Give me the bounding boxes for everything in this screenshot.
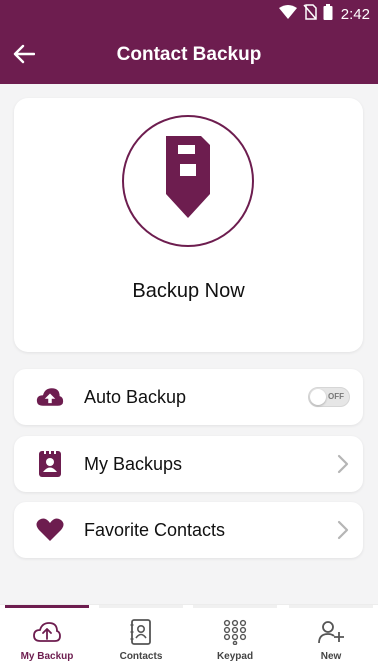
nav-label: Contacts: [119, 651, 163, 662]
chevron-right-icon: [337, 520, 349, 545]
nav-tab-keypad[interactable]: Keypad: [188, 605, 282, 672]
contacts-icon: [130, 619, 152, 645]
wifi-icon: [278, 5, 297, 24]
heart-icon: [36, 516, 64, 544]
nav-tab-new[interactable]: New: [284, 605, 378, 672]
nav-tab-contacts[interactable]: Contacts: [94, 605, 188, 672]
nav-label: New: [320, 651, 342, 662]
backup-icon-circle: [122, 115, 254, 247]
nav-label: Keypad: [216, 651, 254, 662]
page-title: Contact Backup: [116, 44, 262, 65]
my-backups-row[interactable]: My Backups: [14, 436, 363, 492]
contact-book-icon: [36, 450, 64, 478]
no-sim-icon: [303, 4, 317, 25]
cloud-upload-icon: [36, 383, 64, 411]
status-bar: 2:42: [0, 0, 378, 28]
nav-label: My Backup: [20, 651, 74, 662]
backup-now-card[interactable]: Backup Now: [14, 98, 363, 352]
toggle-knob: [310, 389, 326, 405]
chevron-right-icon: [337, 454, 349, 479]
bottom-nav: My Backup Contacts Keypad New: [0, 604, 378, 672]
nav-indicator: [289, 605, 373, 608]
favorite-contacts-label: Favorite Contacts: [84, 520, 226, 540]
nav-indicator: [99, 605, 183, 608]
backup-now-label: Backup Now: [132, 280, 245, 302]
keypad-icon: [223, 619, 247, 645]
nav-indicator: [193, 605, 277, 608]
toggle-state-text: OFF: [328, 392, 344, 401]
nav-tab-my-backup[interactable]: My Backup: [0, 605, 94, 672]
favorite-contacts-row[interactable]: Favorite Contacts: [14, 502, 363, 558]
auto-backup-label: Auto Backup: [84, 387, 187, 407]
status-time: 2:42: [340, 6, 370, 23]
auto-backup-row: Auto Backup OFF: [14, 369, 363, 425]
status-icons: 2:42: [278, 4, 370, 25]
auto-backup-toggle[interactable]: OFF: [308, 387, 350, 407]
my-backups-label: My Backups: [84, 454, 183, 474]
battery-icon: [323, 4, 333, 25]
nav-indicator: [5, 605, 89, 608]
add-person-icon: [318, 619, 344, 645]
save-download-icon: [158, 134, 218, 229]
app-bar: Contact Backup: [0, 28, 378, 84]
cloud-upload-icon: [32, 619, 62, 645]
